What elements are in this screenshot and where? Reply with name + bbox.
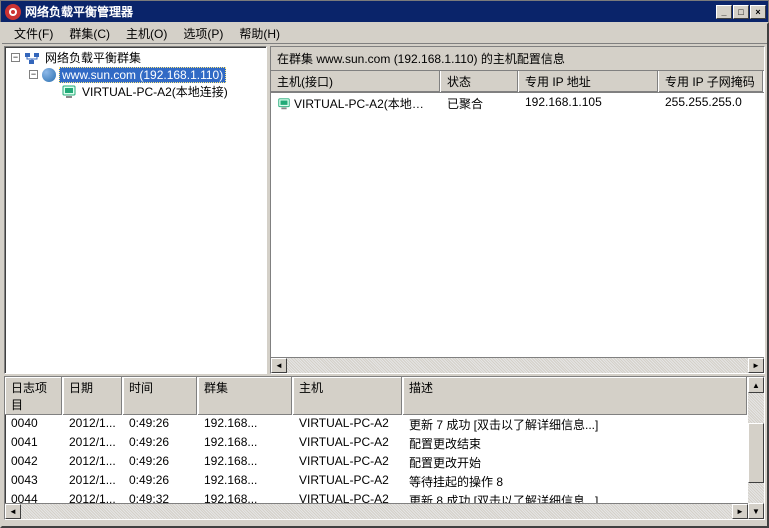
log-cell-id: 0044 <box>5 491 63 503</box>
cell-state: 已聚合 <box>441 93 519 114</box>
scroll-vtrack[interactable] <box>748 393 764 503</box>
host-icon <box>277 97 291 111</box>
menubar: 文件(F) 群集(C) 主机(O) 选项(P) 帮助(H) <box>2 24 767 44</box>
log-cell-time: 0:49:32 <box>123 491 198 503</box>
scroll-right-button[interactable]: ► <box>732 504 748 519</box>
log-vscrollbar[interactable]: ▲ ▼ <box>748 377 764 519</box>
log-cell-cluster: 192.168... <box>198 491 293 503</box>
scroll-left-button[interactable]: ◄ <box>271 358 287 373</box>
log-col-host[interactable]: 主机 <box>293 377 403 415</box>
log-hscrollbar[interactable]: ◄ ► <box>5 503 748 519</box>
scroll-thumb[interactable] <box>748 423 764 483</box>
log-cell-time: 0:49:26 <box>123 453 198 472</box>
col-ip[interactable]: 专用 IP 地址 <box>519 71 659 92</box>
log-row[interactable]: 00402012/1...0:49:26192.168...VIRTUAL-PC… <box>5 415 748 434</box>
detail-panel: 在群集 www.sun.com (192.168.1.110) 的主机配置信息 … <box>270 46 765 374</box>
detail-header: 主机(接口) 状态 专用 IP 地址 专用 IP 子网掩码 <box>271 71 764 93</box>
log-row[interactable]: 00412012/1...0:49:26192.168...VIRTUAL-PC… <box>5 434 748 453</box>
tree-panel[interactable]: − 网络负载平衡群集 − www.sun.com (192.168.1.110)… <box>4 46 267 374</box>
col-state[interactable]: 状态 <box>441 71 519 92</box>
log-cell-date: 2012/1... <box>63 434 123 453</box>
scroll-track[interactable] <box>287 358 748 373</box>
log-cell-desc: 配置更改结束 <box>403 434 748 453</box>
log-cell-cluster: 192.168... <box>198 472 293 491</box>
detail-caption: 在群集 www.sun.com (192.168.1.110) 的主机配置信息 <box>271 47 764 71</box>
titlebar: 网络负载平衡管理器 _ □ × <box>0 0 769 22</box>
log-body[interactable]: 00402012/1...0:49:26192.168...VIRTUAL-PC… <box>5 415 748 503</box>
log-cell-date: 2012/1... <box>63 472 123 491</box>
log-col-desc[interactable]: 描述 <box>403 377 748 415</box>
app-icon <box>5 4 21 20</box>
log-cell-desc: 配置更改开始 <box>403 453 748 472</box>
log-panel: 日志项目 日期 时间 群集 主机 描述 00402012/1...0:49:26… <box>4 376 765 520</box>
col-mask[interactable]: 专用 IP 子网掩码 <box>659 71 764 92</box>
tree-host-label: VIRTUAL-PC-A2(本地连接) <box>80 83 230 100</box>
scroll-track[interactable] <box>21 504 732 519</box>
col-host[interactable]: 主机(接口) <box>271 71 441 92</box>
log-cell-cluster: 192.168... <box>198 453 293 472</box>
close-button[interactable]: × <box>750 5 766 19</box>
log-row[interactable]: 00422012/1...0:49:26192.168...VIRTUAL-PC… <box>5 453 748 472</box>
scroll-up-button[interactable]: ▲ <box>748 377 764 393</box>
collapse-icon[interactable]: − <box>29 70 38 79</box>
log-cell-time: 0:49:26 <box>123 415 198 434</box>
log-cell-host: VIRTUAL-PC-A2 <box>293 453 403 472</box>
log-cell-id: 0041 <box>5 434 63 453</box>
cell-host: VIRTUAL-PC-A2(本地连接) <box>271 93 441 114</box>
tree-host[interactable]: VIRTUAL-PC-A2(本地连接) <box>7 83 266 100</box>
cell-mask: 255.255.255.0 <box>659 93 764 114</box>
detail-body[interactable]: VIRTUAL-PC-A2(本地连接) 已聚合 192.168.1.105 25… <box>271 93 764 357</box>
cluster-root-icon <box>24 50 40 66</box>
log-cell-desc: 更新 8 成功 [双击以了解详细信息...] <box>403 491 748 503</box>
menu-file[interactable]: 文件(F) <box>6 23 61 44</box>
log-cell-date: 2012/1... <box>63 491 123 503</box>
log-cell-date: 2012/1... <box>63 453 123 472</box>
tree-root-label: 网络负载平衡群集 <box>43 49 143 66</box>
log-col-time[interactable]: 时间 <box>123 377 198 415</box>
menu-options[interactable]: 选项(P) <box>175 23 231 44</box>
cell-host-text: VIRTUAL-PC-A2(本地连接) <box>294 97 440 111</box>
tree-cluster[interactable]: − www.sun.com (192.168.1.110) <box>7 66 266 83</box>
globe-icon <box>42 68 56 82</box>
log-cell-desc: 更新 7 成功 [双击以了解详细信息...] <box>403 415 748 434</box>
log-cell-id: 0043 <box>5 472 63 491</box>
window-frame: 文件(F) 群集(C) 主机(O) 选项(P) 帮助(H) − 网络负载平衡群集… <box>0 22 769 528</box>
log-cell-host: VIRTUAL-PC-A2 <box>293 434 403 453</box>
scroll-down-button[interactable]: ▼ <box>748 503 764 519</box>
menu-host[interactable]: 主机(O) <box>118 23 175 44</box>
log-cell-cluster: 192.168... <box>198 434 293 453</box>
cell-ip: 192.168.1.105 <box>519 93 659 114</box>
log-cell-host: VIRTUAL-PC-A2 <box>293 472 403 491</box>
log-cell-host: VIRTUAL-PC-A2 <box>293 491 403 503</box>
log-cell-cluster: 192.168... <box>198 415 293 434</box>
log-cell-desc: 等待挂起的操作 8 <box>403 472 748 491</box>
log-cell-time: 0:49:26 <box>123 434 198 453</box>
maximize-button[interactable]: □ <box>733 5 749 19</box>
log-cell-host: VIRTUAL-PC-A2 <box>293 415 403 434</box>
table-row[interactable]: VIRTUAL-PC-A2(本地连接) 已聚合 192.168.1.105 25… <box>271 93 764 114</box>
log-row[interactable]: 00442012/1...0:49:32192.168...VIRTUAL-PC… <box>5 491 748 503</box>
window-buttons: _ □ × <box>716 5 766 19</box>
tree-root[interactable]: − 网络负载平衡群集 <box>7 49 266 66</box>
log-cell-time: 0:49:26 <box>123 472 198 491</box>
log-header: 日志项目 日期 时间 群集 主机 描述 <box>5 377 748 415</box>
log-cell-id: 0040 <box>5 415 63 434</box>
collapse-icon[interactable]: − <box>11 53 20 62</box>
tree-cluster-label: www.sun.com (192.168.1.110) <box>59 67 226 83</box>
menu-help[interactable]: 帮助(H) <box>231 23 288 44</box>
scroll-right-button[interactable]: ► <box>748 358 764 373</box>
log-cell-id: 0042 <box>5 453 63 472</box>
scroll-left-button[interactable]: ◄ <box>5 504 21 519</box>
main-split: − 网络负载平衡群集 − www.sun.com (192.168.1.110)… <box>2 44 767 376</box>
log-col-date[interactable]: 日期 <box>63 377 123 415</box>
log-row[interactable]: 00432012/1...0:49:26192.168...VIRTUAL-PC… <box>5 472 748 491</box>
detail-hscrollbar[interactable]: ◄ ► <box>271 357 764 373</box>
menu-cluster[interactable]: 群集(C) <box>61 23 118 44</box>
window-title: 网络负载平衡管理器 <box>25 3 716 20</box>
log-col-id[interactable]: 日志项目 <box>5 377 63 415</box>
minimize-button[interactable]: _ <box>716 5 732 19</box>
host-icon <box>61 84 77 100</box>
log-cell-date: 2012/1... <box>63 415 123 434</box>
log-col-cluster[interactable]: 群集 <box>198 377 293 415</box>
